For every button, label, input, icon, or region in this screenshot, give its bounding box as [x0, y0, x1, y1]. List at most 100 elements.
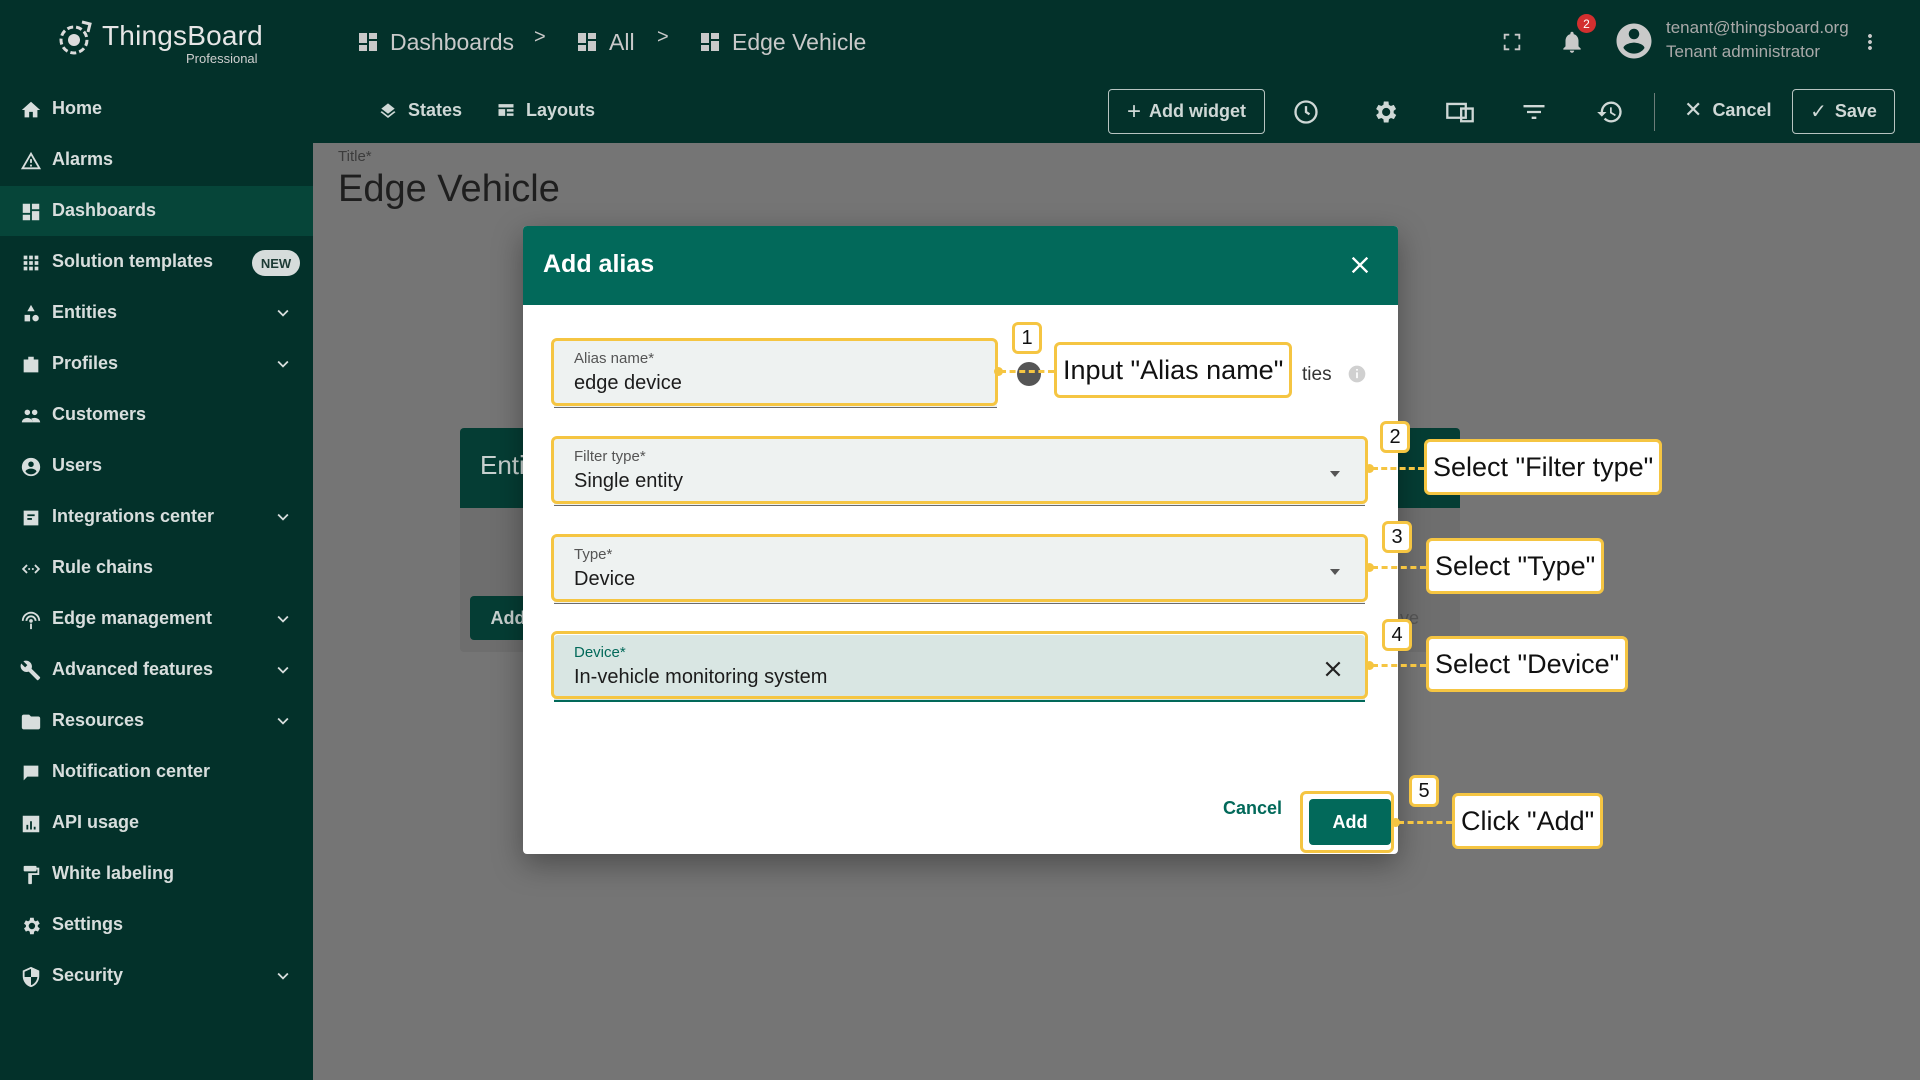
sidebar-item-label: Home [52, 98, 103, 118]
breadcrumb-edge-vehicle[interactable]: Edge Vehicle [698, 26, 866, 58]
dropdown-arrow-icon [1330, 569, 1340, 575]
cancel-button[interactable]: Cancel [1223, 798, 1282, 819]
annotation-callout: Select "Device" [1426, 636, 1629, 692]
sidebar-item-alarms[interactable]: Alarms [0, 135, 313, 185]
breadcrumb-separator: > [534, 26, 546, 48]
dashboard-grid-icon [359, 33, 377, 51]
breadcrumb-label: Edge Vehicle [732, 28, 867, 55]
entity-type-select[interactable]: Type* Device [554, 537, 1365, 604]
toolbar-divider [1654, 93, 1655, 131]
gear-icon [24, 917, 40, 935]
annotation-step-number: 4 [1382, 619, 1412, 651]
chevron-down-icon[interactable] [272, 608, 294, 630]
sidebar-item-label: Profiles [52, 353, 119, 373]
cancel-edit-button[interactable]: ✕ Cancel [1684, 96, 1771, 124]
sidebar-item-solution-templates[interactable]: Solution templates NEW [0, 237, 313, 287]
annotation-leader [1372, 664, 1426, 667]
filters-button[interactable] [1518, 96, 1550, 128]
breadcrumb-label: All [609, 28, 635, 55]
sidebar-item-dashboards[interactable]: Dashboards [0, 186, 313, 236]
states-button[interactable]: States [378, 96, 462, 124]
sidebar-item-label: Dashboards [52, 200, 157, 220]
sidebar-item-settings[interactable]: Settings [0, 900, 313, 950]
sidebar-item-integrations-center[interactable]: Integrations center [0, 492, 313, 542]
users-icon [21, 457, 41, 477]
chevron-down-icon[interactable] [272, 659, 294, 681]
filter-type-select[interactable]: Filter type* Single entity [554, 439, 1365, 506]
sidebar-item-label: Notification center [52, 761, 211, 781]
manage-layouts-button[interactable] [1444, 96, 1476, 128]
close-dialog-button[interactable] [1343, 248, 1377, 282]
more-menu-button[interactable] [1852, 24, 1888, 60]
entity-type-value: Device [574, 568, 636, 590]
sidebar-item-users[interactable]: Users [0, 441, 313, 491]
annotation-callout: Click "Add" [1452, 793, 1604, 849]
sidebar-item-rule-chains[interactable]: Rule chains [0, 543, 313, 593]
chevron-down-icon[interactable] [272, 302, 294, 324]
dashboard-grid-icon [701, 33, 719, 51]
sidebar-item-label: Alarms [52, 149, 114, 169]
check-icon: ✓ [1810, 101, 1827, 123]
fullscreen-button[interactable] [1494, 24, 1530, 60]
sidebar-item-white-labeling[interactable]: White labeling [0, 849, 313, 899]
devices-layout-icon [1446, 102, 1474, 123]
breadcrumb-label: Dashboards [390, 28, 515, 55]
chevron-down-icon[interactable] [272, 353, 294, 375]
new-badge: NEW [252, 250, 300, 276]
sidebar-item-label: Advanced features [52, 659, 214, 679]
info-icon[interactable] [1347, 364, 1367, 384]
chevron-down-icon[interactable] [272, 710, 294, 732]
device-autocomplete[interactable]: Device* In-vehicle monitoring system [554, 635, 1365, 702]
timewindow-button[interactable] [1290, 96, 1322, 128]
dropdown-arrow-icon [1330, 471, 1340, 477]
annotation-leader [1372, 566, 1426, 569]
sidebar-item-advanced-features[interactable]: Advanced features [0, 645, 313, 695]
add-widget-button[interactable]: + Add widget [1108, 89, 1265, 134]
save-button[interactable]: ✓ Save [1792, 89, 1895, 134]
user-email: tenant@thingsboard.org [1666, 18, 1849, 37]
thingsboard-logo-icon [59, 20, 92, 55]
paint-roller-icon [23, 865, 40, 885]
sidebar-item-resources[interactable]: Resources [0, 696, 313, 746]
add-alias-header: Add alias [523, 226, 1398, 305]
edge-icon [21, 611, 41, 630]
breadcrumb-all[interactable]: All [575, 26, 635, 58]
layouts-button[interactable]: Layouts [496, 96, 595, 124]
integrations-icon [23, 510, 39, 526]
profiles-icon [23, 356, 39, 373]
sidebar-item-customers[interactable]: Customers [0, 390, 313, 440]
apps-icon [23, 255, 39, 271]
sidebar-item-home[interactable]: Home [0, 84, 313, 134]
dashboard-grid-icon [578, 33, 596, 51]
sidebar-item-entities[interactable]: Entities [0, 288, 313, 338]
close-icon [1351, 256, 1369, 274]
sidebar-item-security[interactable]: Security [0, 951, 313, 1001]
sidebar-item-notification-center[interactable]: Notification center [0, 747, 313, 797]
thingsboard-logo[interactable]: ThingsBoard Professional [52, 16, 272, 68]
version-history-button[interactable] [1594, 96, 1626, 128]
sidebar-item-label: Edge management [52, 608, 213, 628]
sidebar-item-api-usage[interactable]: API usage [0, 798, 313, 848]
chevron-down-icon[interactable] [272, 506, 294, 528]
alias-name-label: Alias name* [574, 350, 655, 367]
settings-button[interactable] [1369, 96, 1401, 128]
chevron-down-icon[interactable] [272, 965, 294, 987]
user-avatar-icon[interactable] [1613, 20, 1655, 62]
resolve-multiple-toggle[interactable] [1017, 362, 1041, 386]
sidebar-item-label: Rule chains [52, 557, 154, 577]
sidebar-item-profiles[interactable]: Profiles [0, 339, 313, 389]
annotation-leader [1000, 370, 1054, 373]
sidebar-item-label: Entities [52, 302, 118, 322]
alias-name-field[interactable]: Alias name* edge device [554, 341, 997, 408]
annotation-callout: Select "Type" [1426, 538, 1605, 594]
plus-icon: + [1126, 97, 1141, 125]
add-button[interactable]: Add [1309, 799, 1391, 845]
layouts-icon [498, 104, 514, 116]
layers-icon [380, 103, 396, 118]
sidebar-item-edge-management[interactable]: Edge management [0, 594, 313, 644]
chart-icon [22, 815, 40, 833]
clear-device-button[interactable] [1319, 655, 1347, 683]
fullscreen-icon [1503, 33, 1521, 51]
breadcrumb-dashboards[interactable]: Dashboards [356, 26, 514, 58]
folder-icon [21, 714, 41, 730]
